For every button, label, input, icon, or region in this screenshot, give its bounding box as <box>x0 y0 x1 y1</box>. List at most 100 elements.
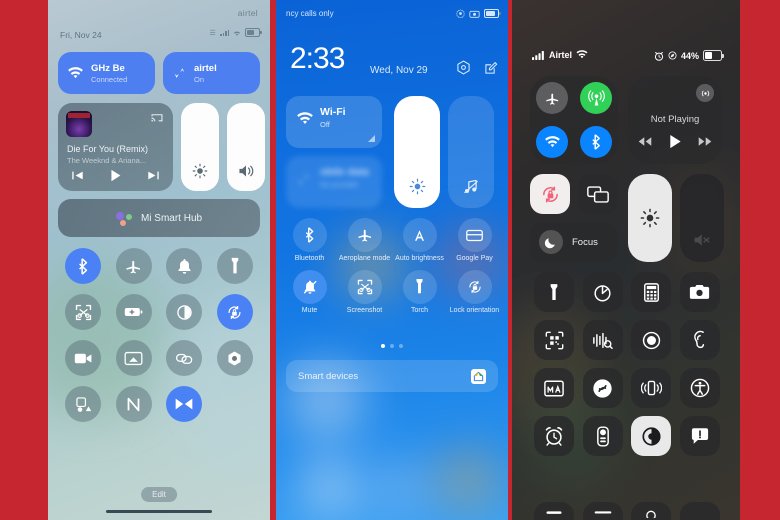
forward-icon[interactable] <box>698 136 712 147</box>
header-actions <box>456 60 498 75</box>
mobile-data-tile[interactable]: obile data No provider <box>286 156 382 208</box>
clock-time: 2:33 <box>290 42 345 75</box>
control-screen-recording[interactable] <box>631 320 672 360</box>
control-calculator[interactable] <box>631 272 672 312</box>
control-sound-recognition[interactable] <box>582 320 623 360</box>
page-dot-1[interactable] <box>381 344 385 348</box>
previous-icon[interactable] <box>71 170 84 181</box>
connectivity-module[interactable] <box>530 76 618 164</box>
carrier-label: airtel <box>237 8 258 18</box>
bell-mute-icon <box>303 280 317 294</box>
control-accessibility[interactable] <box>679 368 720 408</box>
control-peek-4[interactable] <box>679 502 720 520</box>
toggle-auto-brightness[interactable]: Auto brightness <box>394 218 446 264</box>
edit-icon[interactable] <box>484 61 498 75</box>
toggle-lock-orientation[interactable] <box>216 294 253 330</box>
play-icon[interactable] <box>668 134 682 149</box>
toggle-lock-orientation[interactable]: Lock orientation <box>449 269 501 316</box>
brightness-slider[interactable] <box>181 103 219 191</box>
ios-dark-control-center: Airtel 44% Not Playing Focus <box>512 0 740 520</box>
control-haptics[interactable] <box>631 368 672 408</box>
control-alarm[interactable] <box>534 416 575 456</box>
settings-gear-icon[interactable] <box>456 60 471 75</box>
control-apple-tv-remote[interactable] <box>582 416 623 456</box>
smart-devices-card[interactable]: Smart devices <box>286 360 498 392</box>
media-module[interactable]: Not Playing <box>628 76 722 164</box>
toggle-bluetooth[interactable]: Bluetooth <box>284 218 336 264</box>
toggle-screenshot[interactable] <box>65 294 102 330</box>
wifi-tile[interactable]: Wi-Fi Off <box>286 96 382 148</box>
control-hearing[interactable] <box>679 320 720 360</box>
brightness-slider[interactable] <box>628 174 672 262</box>
wifi-tile[interactable]: GHz Be Connected <box>58 52 155 94</box>
status-icons: ☰ <box>209 28 262 37</box>
media-player-card[interactable]: Die For You (Remix) The Weeknd & Ariana.… <box>58 103 173 191</box>
partial-icon <box>546 511 562 514</box>
gear-icon <box>228 351 241 365</box>
brightness-slider[interactable] <box>394 96 440 208</box>
cellular-data-toggle[interactable] <box>580 82 612 114</box>
link-icon <box>175 353 193 364</box>
partial-icon <box>646 510 657 518</box>
control-text-size[interactable] <box>534 368 575 408</box>
toggle-battery-saver[interactable] <box>115 294 152 330</box>
rotation-lock-button[interactable] <box>530 174 570 214</box>
toggle-second-space[interactable] <box>65 386 102 422</box>
toggle-screen-recorder[interactable] <box>65 340 102 376</box>
mobile-data-tile[interactable]: airtel On <box>163 52 260 94</box>
control-peek-1[interactable] <box>534 502 575 520</box>
screen-mirroring-button[interactable] <box>578 174 618 214</box>
control-flashlight[interactable] <box>534 272 575 312</box>
toggle-torch[interactable] <box>216 248 253 284</box>
cast-icon[interactable] <box>150 112 164 123</box>
toggle-nfc[interactable] <box>115 386 152 422</box>
next-icon[interactable] <box>147 170 160 181</box>
mi-smart-hub-card[interactable]: Mi Smart Hub <box>58 199 260 237</box>
toggle-aeroplane-mode[interactable] <box>115 248 152 284</box>
bluetooth-toggle[interactable] <box>580 126 612 158</box>
wifi-toggle[interactable] <box>536 126 568 158</box>
vibrate-icon: ☰ <box>209 29 217 37</box>
control-peek-3[interactable] <box>631 502 672 520</box>
toggle-aeroplane-mode[interactable]: Aeroplane mode <box>339 218 391 264</box>
page-dot-2[interactable] <box>390 344 394 348</box>
control-code-scanner[interactable] <box>534 320 575 360</box>
control-camera[interactable] <box>679 272 720 312</box>
google-home-icon <box>471 368 486 384</box>
play-icon[interactable] <box>109 169 122 182</box>
toggle-settings[interactable] <box>216 340 253 376</box>
page-dot-3[interactable] <box>399 344 403 348</box>
control-timer[interactable] <box>582 272 623 312</box>
volume-slider[interactable] <box>680 174 724 262</box>
toggle-screenshot[interactable]: Screenshot <box>339 269 391 316</box>
cast-screen-icon <box>124 351 143 365</box>
control-shazam[interactable] <box>582 368 623 408</box>
toggle-reading-mode[interactable] <box>166 386 203 422</box>
expand-corner-icon[interactable] <box>368 135 375 142</box>
rewind-icon[interactable] <box>638 136 652 147</box>
airplane-mode-toggle[interactable] <box>536 82 568 114</box>
toggle-link[interactable] <box>166 340 203 376</box>
brightness-icon <box>409 178 425 195</box>
control-peek-2[interactable] <box>582 502 623 520</box>
airplay-icon[interactable] <box>696 84 714 102</box>
focus-module[interactable]: Focus <box>530 222 618 262</box>
alarm-icon <box>654 51 664 61</box>
media-status-label: Not Playing <box>650 114 700 125</box>
wifi-ssid: GHz Be <box>91 62 125 74</box>
volume-slider[interactable] <box>448 96 494 208</box>
toggle-dark-mode[interactable] <box>166 294 203 330</box>
toggle-ringtone[interactable] <box>166 248 203 284</box>
toggle-bluetooth[interactable] <box>65 248 102 284</box>
media-controls <box>628 134 722 149</box>
control-announce-notifications[interactable] <box>679 416 720 456</box>
control-dark-mode[interactable] <box>631 416 672 456</box>
toggle-mute[interactable]: Mute <box>284 269 336 316</box>
edit-button[interactable]: Edit <box>141 487 177 502</box>
volume-mute-icon <box>694 234 710 246</box>
toggle-google-pay[interactable]: Google Pay <box>449 218 501 264</box>
toggle-cast[interactable] <box>115 340 152 376</box>
toggle-torch[interactable]: Torch <box>394 269 446 316</box>
volume-slider[interactable] <box>227 103 265 191</box>
toggle-circle <box>292 218 327 252</box>
